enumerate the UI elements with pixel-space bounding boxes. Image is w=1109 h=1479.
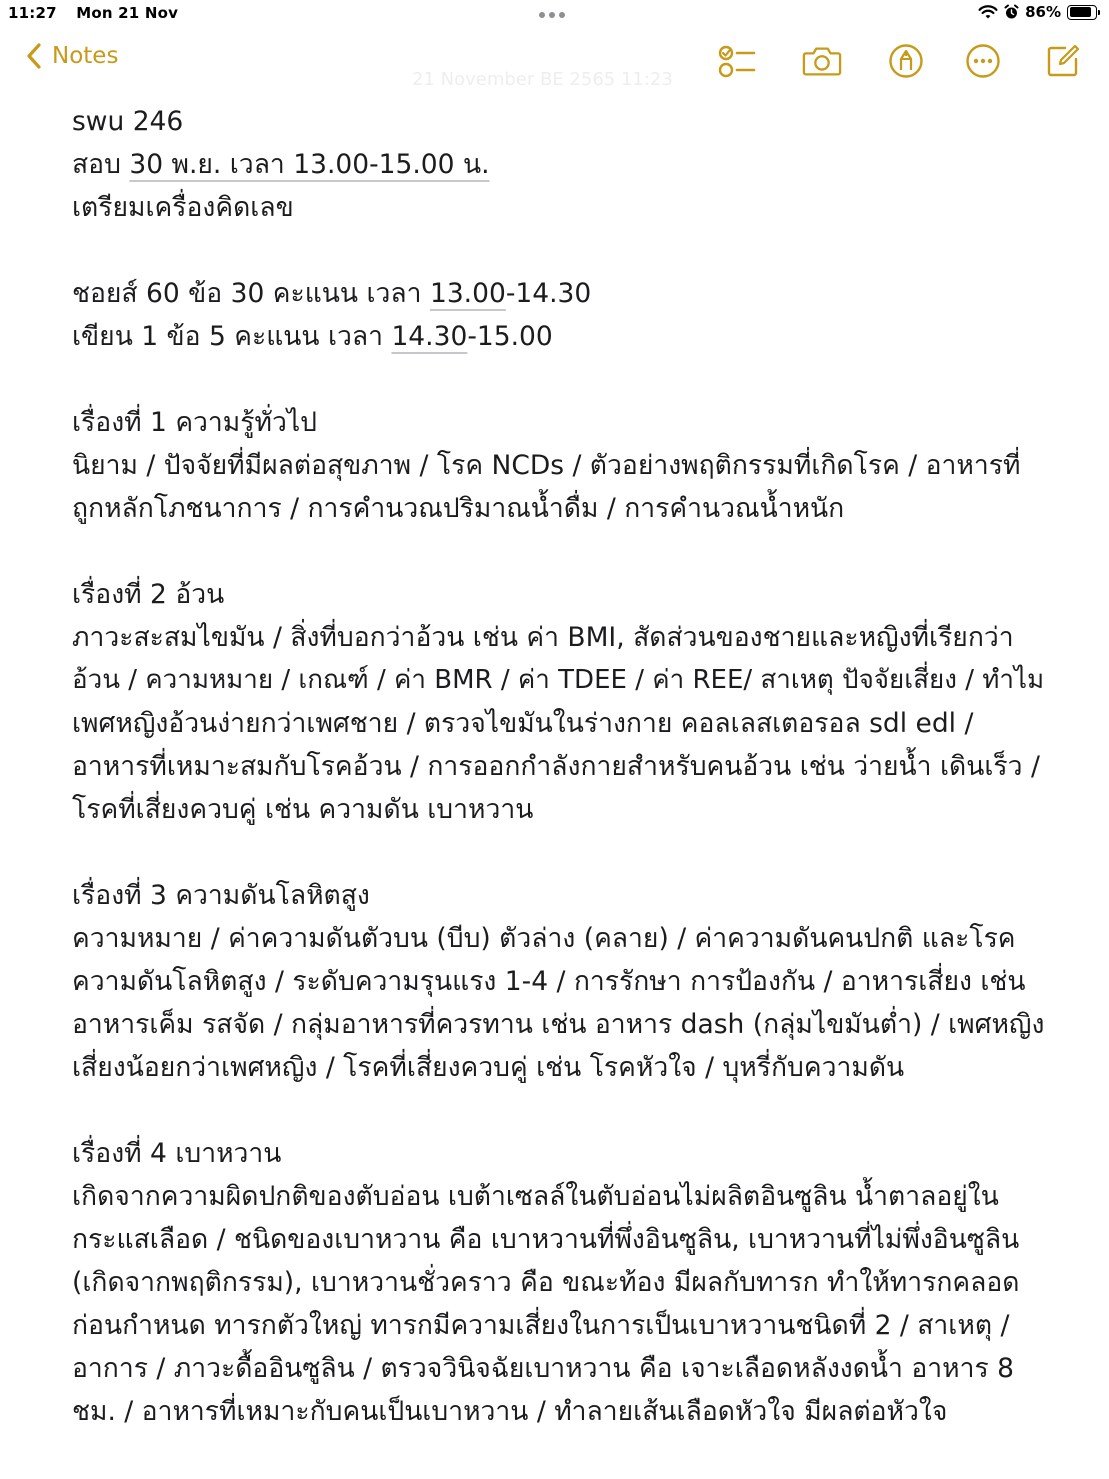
topic-line: เสี่ยงน้อยกว่าเพศหญิง / โรคที่เสี่ยงควบค… (72, 1052, 905, 1083)
topic-line: กระแสเลือด / ชนิดของเบาหวาน คือ เบาหวานท… (72, 1224, 1020, 1255)
write-line: เขียน 1 ข้อ 5 คะแนน เวลา 14.30-15.00 (72, 315, 1062, 358)
choice-time-end: -14.30 (505, 278, 592, 309)
exam-datetime-link[interactable]: 30 พ.ย. เวลา 13.00-15.00 น. (129, 149, 489, 180)
more-button[interactable] (963, 41, 1003, 81)
battery-fill (1069, 7, 1091, 17)
status-time: 11:27 Mon 21 Nov (8, 4, 178, 22)
topic-line: เพศหญิงอ้วนง่ายกว่าเพศชาย / ตรวจไขมันในร… (72, 708, 974, 739)
compose-icon (1047, 44, 1080, 77)
note-body[interactable]: swu 246 สอบ 30 พ.ย. เวลา 13.00-15.00 น. … (72, 100, 1062, 1433)
topic-line: อาการ / ภาวะดื้ออินซูลิน / ตรวจวินิจฉัยเ… (72, 1353, 1015, 1384)
topic-line: นิยาม / ปัจจัยที่มีผลต่อสุขภาพ / โรค NCD… (72, 450, 1021, 481)
chevron-left-icon (27, 43, 41, 69)
exam-prefix: สอบ (72, 149, 130, 180)
topic-line: ชม. / อาหารที่เหมาะกับคนเป็นเบาหวาน / ทำ… (72, 1396, 948, 1427)
status-indicators: 86% (978, 3, 1100, 21)
wifi-icon (978, 5, 998, 19)
topic-line: ถูกหลักโภชนาการ / การคำนวณปริมาณน้ำดื่ม … (72, 493, 845, 524)
topic-line: ก่อนกำหนด ทารกตัวใหญ่ ทารกมีความเสี่ยงใน… (72, 1310, 1010, 1341)
topic-heading: เรื่องที่ 4 เบาหวาน (72, 1138, 282, 1169)
compose-button[interactable] (1043, 41, 1083, 81)
topic-line: (เกิดจากพฤติกรรม), เบาหวานชั่วคราว คือ ข… (72, 1267, 1020, 1298)
status-date: Mon 21 Nov (76, 4, 179, 22)
camera-icon (802, 47, 842, 76)
checklist-button[interactable] (717, 41, 757, 81)
topic-line: อ้วน / ความหมาย / เกณฑ์ / ค่า BMR / ค่า … (72, 665, 1045, 695)
topic-line: อาหารเค็ม รสจัด / กลุ่มอาหารที่ควรทาน เช… (72, 1009, 1045, 1040)
battery-percent: 86% (1025, 3, 1061, 21)
topic-heading: เรื่องที่ 3 ความดันโลหิตสูง (72, 880, 370, 911)
topic-line: ภาวะสะสมไขมัน / สิ่งที่บอกว่าอ้วน เช่น ค… (72, 622, 1014, 653)
topic-heading: เรื่องที่ 2 อ้วน (72, 579, 225, 610)
note-title: swu 246 (72, 106, 184, 137)
back-button[interactable]: Notes (26, 42, 118, 70)
exam-line: สอบ 30 พ.ย. เวลา 13.00-15.00 น. (72, 143, 1062, 186)
checklist-icon (718, 45, 756, 78)
topic-heading: เรื่องที่ 1 ความรู้ทั่วไป (72, 407, 318, 438)
write-time-link[interactable]: 14.30 (391, 321, 467, 352)
camera-button[interactable] (802, 41, 842, 81)
more-icon (966, 44, 1000, 78)
topic-line: โรคที่เสี่ยงควบคู่ เช่น ความดัน เบาหวาน (72, 794, 534, 825)
choice-line: ชอยส์ 60 ข้อ 30 คะแนน เวลา 13.00-14.30 (72, 272, 1062, 315)
topic-line: เกิดจากความผิดปกติของตับอ่อน เบต้าเซลล์ใ… (72, 1181, 999, 1212)
multitasking-dots-icon[interactable] (539, 12, 565, 18)
topic-line: อาหารที่เหมาะสมกับโรคอ้วน / การออกกำลังก… (72, 751, 1040, 782)
battery-icon (1067, 4, 1100, 20)
write-time-end: -15.00 (467, 321, 553, 352)
alarm-icon (1004, 4, 1019, 19)
topic-line: ความหมาย / ค่าความดันตัวบน (บีบ) ตัวล่าง… (72, 923, 1016, 954)
back-button-label: Notes (52, 43, 119, 69)
note-date-header: 21 November BE 2565 11:23 (412, 69, 673, 90)
markup-pen-icon (889, 44, 923, 78)
prepare-line: เตรียมเครื่องคิดเลข (72, 192, 294, 223)
write-prefix: เขียน 1 ข้อ 5 คะแนน เวลา (72, 321, 392, 352)
markup-button[interactable] (886, 41, 926, 81)
choice-time-link[interactable]: 13.00 (430, 278, 506, 309)
status-clock: 11:27 (8, 4, 57, 22)
choice-prefix: ชอยส์ 60 ข้อ 30 คะแนน เวลา (72, 278, 430, 309)
topic-line: ความดันโลหิตสูง / ระดับความรุนแรง 1-4 / … (72, 966, 1026, 997)
status-bar: 11:27 Mon 21 Nov 86% (0, 0, 1109, 30)
